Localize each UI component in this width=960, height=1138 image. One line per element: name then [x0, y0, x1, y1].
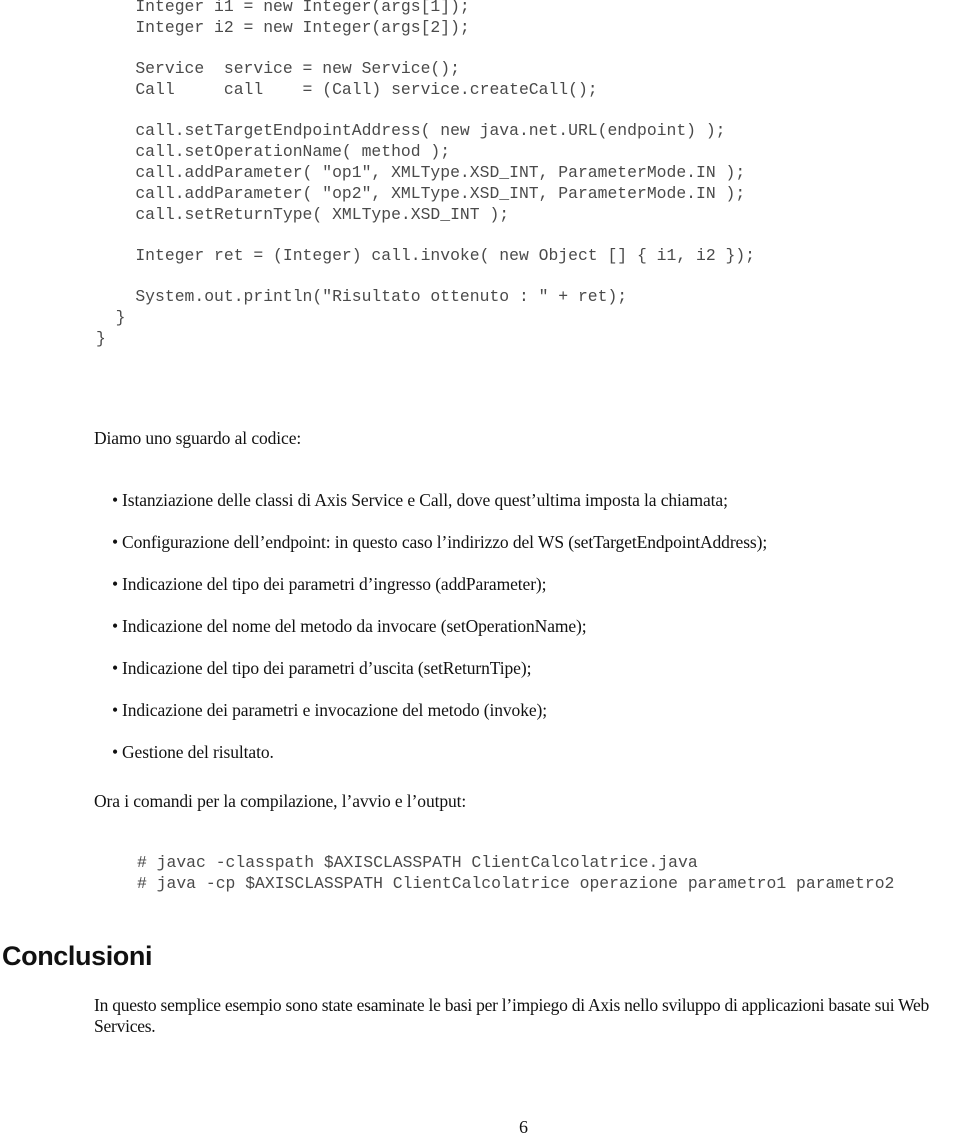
code-line: Call call = (Call) service.createCall();: [96, 80, 598, 99]
code-line: }: [96, 308, 126, 327]
bullet-icon: •: [112, 742, 119, 762]
list-item: • Configurazione dell’endpoint: in questo…: [112, 528, 767, 570]
list-item-text: Istanziazione delle classi di Axis Servi…: [122, 490, 728, 510]
code-listing: Integer i1 = new Integer(args[1]); Integ…: [96, 0, 755, 349]
list-item: • Gestione del risultato.: [112, 738, 767, 780]
list-item: • Istanziazione delle classi di Axis Serv…: [112, 486, 767, 528]
list-item: • Indicazione dei parametri e invocazione…: [112, 696, 767, 738]
code-explanation-list: • Istanziazione delle classi di Axis Serv…: [112, 486, 767, 780]
list-item-text: Gestione del risultato.: [122, 742, 274, 762]
bullet-icon: •: [112, 700, 119, 720]
code-line: call.setReturnType( XMLType.XSD_INT );: [96, 205, 510, 224]
bullet-icon: •: [112, 574, 119, 594]
conclusion-paragraph: In questo semplice esempio sono state es…: [94, 995, 930, 1036]
code-line: }: [96, 329, 106, 348]
bullet-icon: •: [112, 616, 119, 636]
list-item: • Indicazione del tipo dei parametri d’us…: [112, 654, 767, 696]
list-item-text: Indicazione del nome del metodo da invoc…: [122, 616, 587, 636]
code-line: System.out.println("Risultato ottenuto :…: [96, 287, 628, 306]
list-item: • Indicazione del tipo dei parametri d’in…: [112, 570, 767, 612]
bullet-icon: •: [112, 532, 119, 552]
section-heading: Conclusioni: [2, 941, 153, 971]
bullet-icon: •: [112, 658, 119, 678]
command-line: # javac -classpath $AXISCLASSPATH Client…: [137, 853, 698, 872]
code-line: call.setOperationName( method );: [96, 142, 451, 161]
code-line: Integer i2 = new Integer(args[2]);: [96, 18, 470, 37]
code-line: Service service = new Service();: [96, 59, 460, 78]
list-item-text: Indicazione del tipo dei parametri d’ing…: [122, 574, 547, 594]
code-line: Integer ret = (Integer) call.invoke( new…: [96, 246, 756, 265]
bullet-icon: •: [112, 490, 119, 510]
list-item: • Indicazione del nome del metodo da invo…: [112, 612, 767, 654]
shell-commands: # javac -classpath $AXISCLASSPATH Client…: [137, 852, 894, 894]
list-item-text: Indicazione dei parametri e invocazione …: [122, 700, 547, 720]
code-line: call.addParameter( "op2", XMLType.XSD_IN…: [96, 184, 746, 203]
command-line: # java -cp $AXISCLASSPATH ClientCalcolat…: [137, 874, 895, 893]
list-item-text: Indicazione del tipo dei parametri d’usc…: [122, 658, 532, 678]
intro-text: Diamo uno sguardo al codice:: [94, 428, 302, 448]
commands-intro-text: Ora i comandi per la compilazione, l’avv…: [94, 791, 467, 811]
code-line: call.setTargetEndpointAddress( new java.…: [96, 121, 726, 140]
page-number: 6: [519, 1117, 528, 1137]
code-line: Integer i1 = new Integer(args[1]);: [96, 0, 470, 16]
list-item-text: Configurazione dell’endpoint: in questo …: [122, 532, 768, 552]
code-line: call.addParameter( "op1", XMLType.XSD_IN…: [96, 163, 746, 182]
